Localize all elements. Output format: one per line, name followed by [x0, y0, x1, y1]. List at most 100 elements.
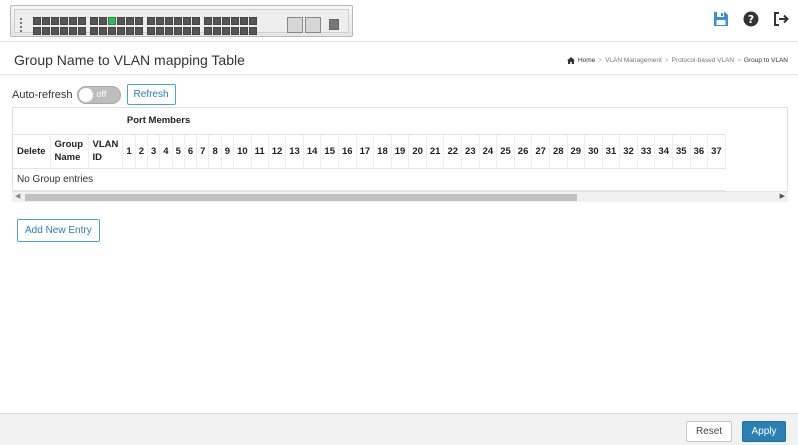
- column-port: 26: [514, 134, 533, 169]
- column-port: 11: [251, 134, 269, 169]
- switch-port: [32, 17, 41, 25]
- console-port: [329, 19, 339, 30]
- switch-port: [248, 17, 257, 25]
- refresh-button[interactable]: Refresh: [126, 84, 176, 105]
- port-members-header: Port Members: [122, 108, 726, 135]
- switch-port: [230, 27, 239, 35]
- column-port: 34: [654, 134, 673, 169]
- toggle-state-text: off: [96, 88, 107, 99]
- column-port: 29: [567, 134, 586, 169]
- column-port: 30: [584, 134, 603, 169]
- column-port: 5: [172, 134, 185, 169]
- column-port: 1: [122, 134, 136, 169]
- breadcrumb-home[interactable]: Home: [578, 57, 595, 64]
- help-icon[interactable]: ?: [742, 10, 760, 28]
- switch-port: [212, 17, 221, 25]
- breadcrumb-protocol-based-vlan[interactable]: Protocol-based VLAN: [672, 57, 735, 64]
- column-port: 10: [233, 134, 252, 169]
- switch-port: [107, 17, 116, 25]
- switch-port: [221, 27, 230, 35]
- column-port: 9: [221, 134, 235, 169]
- toggle-knob: [78, 87, 93, 102]
- column-port: 13: [285, 134, 304, 169]
- add-new-entry-button[interactable]: Add New Entry: [17, 219, 100, 242]
- column-port: 36: [690, 134, 709, 169]
- column-port: 14: [303, 134, 322, 169]
- footer-bar: Reset Apply: [0, 413, 798, 445]
- switch-port: [77, 17, 86, 25]
- switch-port: [203, 17, 212, 25]
- column-port: 33: [637, 134, 656, 169]
- switch-port: [230, 17, 239, 25]
- scrollbar-thumb[interactable]: [25, 194, 577, 201]
- scroll-right-icon[interactable]: ▶: [780, 192, 785, 200]
- switch-port: [155, 27, 164, 35]
- switch-port: [59, 17, 68, 25]
- switch-port: [191, 27, 200, 35]
- column-port: 32: [619, 134, 638, 169]
- apply-button[interactable]: Apply: [742, 421, 786, 442]
- switch-port: [41, 27, 50, 35]
- switch-port: [125, 17, 134, 25]
- switch-port: [68, 27, 77, 35]
- switch-port: [239, 17, 248, 25]
- switch-port: [98, 17, 107, 25]
- switch-port: [212, 27, 221, 35]
- save-icon[interactable]: [712, 10, 730, 28]
- breadcrumb-current: Group to VLAN: [743, 57, 788, 64]
- column-port: 37: [707, 134, 726, 169]
- column-port: 22: [443, 134, 463, 169]
- column-port: 12: [268, 134, 287, 169]
- switch-port: [191, 17, 200, 25]
- title-bar: Group Name to VLAN mapping Table Home > …: [0, 42, 798, 75]
- column-port: 3: [147, 134, 161, 169]
- switch-port: [107, 27, 116, 35]
- column-port: 31: [602, 134, 621, 169]
- switch-port: [134, 27, 143, 35]
- logout-icon[interactable]: [772, 10, 790, 28]
- breadcrumb-separator: >: [664, 57, 669, 64]
- sfp-port: [287, 17, 303, 33]
- column-port: 6: [184, 134, 198, 169]
- switch-port: [89, 17, 98, 25]
- breadcrumb: Home > VLAN Management > Protocol-based …: [566, 57, 788, 64]
- switch-front-panel: [10, 5, 353, 37]
- column-port: 8: [208, 134, 222, 169]
- switch-port: [239, 27, 248, 35]
- panel-indicator-dots: [20, 16, 26, 32]
- switch-port: [182, 27, 191, 35]
- column-delete: Delete: [13, 134, 51, 169]
- switch-port: [182, 17, 191, 25]
- switch-port: [50, 27, 59, 35]
- breadcrumb-vlan-management[interactable]: VLAN Management: [605, 57, 662, 64]
- table-horizontal-scrollbar[interactable]: ◀ ▶: [12, 191, 788, 202]
- auto-refresh-toggle[interactable]: off: [76, 85, 121, 104]
- breadcrumb-separator: >: [737, 57, 741, 64]
- switch-port: [248, 27, 257, 35]
- switch-port: [89, 27, 98, 35]
- column-port: 16: [338, 134, 357, 169]
- empty-table-message: No Group entries: [13, 168, 726, 191]
- switch-port: [116, 27, 125, 35]
- column-port: 7: [196, 134, 210, 169]
- column-port: 15: [320, 134, 339, 169]
- group-vlan-table-container: Port Members Delete Group Name VLAN ID 1…: [12, 107, 788, 202]
- switch-port: [59, 27, 68, 35]
- column-group-name: Group Name: [50, 134, 89, 169]
- top-header: ?: [0, 0, 798, 42]
- column-port: 24: [479, 134, 498, 169]
- switch-port: [173, 17, 182, 25]
- toolbar: Auto-refresh off Refresh: [12, 84, 176, 105]
- column-port: 23: [461, 134, 480, 169]
- column-port: 2: [135, 134, 148, 169]
- scroll-left-icon[interactable]: ◀: [15, 192, 20, 200]
- switch-port: [32, 27, 41, 35]
- switch-port: [125, 27, 134, 35]
- switch-port: [155, 17, 164, 25]
- reset-button[interactable]: Reset: [686, 421, 732, 442]
- switch-port: [146, 27, 155, 35]
- column-port: 25: [496, 134, 515, 169]
- switch-port: [221, 17, 230, 25]
- column-port: 21: [426, 134, 445, 169]
- column-port: 17: [356, 134, 375, 169]
